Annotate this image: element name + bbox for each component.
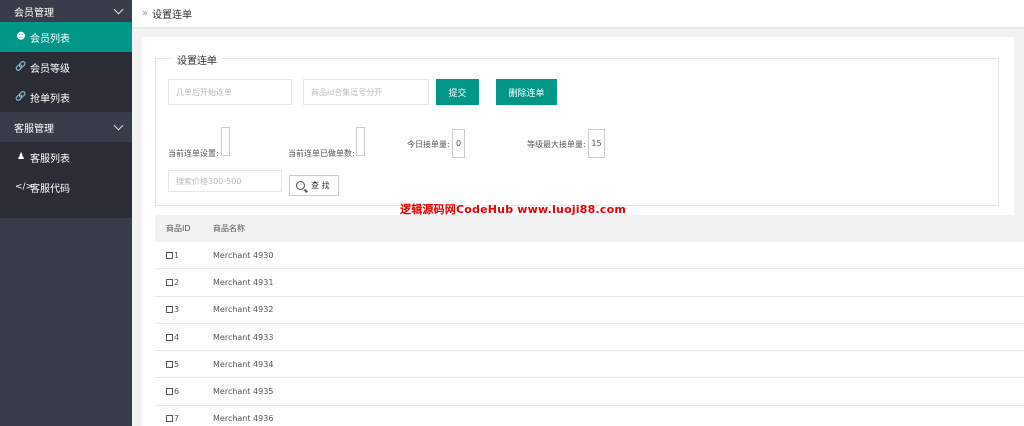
row-checkbox[interactable]	[166, 415, 173, 423]
sidebar-group-label: 客服管理	[14, 123, 54, 135]
row-checkbox[interactable]	[166, 306, 173, 314]
form-legend: 设置连单	[172, 52, 222, 67]
sidebar-item-label: 会员等级	[30, 63, 70, 75]
goods-id: 4	[174, 332, 180, 342]
delete-chain-button[interactable]: 删除连单	[496, 79, 557, 105]
goods-name: Merchant 4931	[213, 277, 274, 287]
goods-name: Merchant 4935	[213, 387, 274, 397]
max-orders-value: 15	[588, 129, 605, 158]
search-icon	[296, 181, 305, 190]
goods-id: 3	[174, 305, 180, 315]
goods-id-cell: 6	[155, 387, 202, 396]
breadcrumb: » 设置连单	[132, 0, 1024, 27]
table-row: 7 Merchant 4936	[155, 405, 1024, 426]
table-row: 6 Merchant 4935	[155, 378, 1024, 406]
goods-id-cell: 1	[155, 251, 202, 260]
code-icon: </>	[15, 182, 34, 192]
after-orders-input[interactable]: 几单后开始连单	[168, 79, 292, 105]
search-button[interactable]: 查 找	[289, 175, 339, 196]
table-row: 3 Merchant 4932	[155, 296, 1024, 324]
sidebar-item-member-level[interactable]: 🔗 会员等级	[0, 52, 132, 82]
table-row: 2 Merchant 4931	[155, 269, 1024, 297]
user-icon: ☻	[16, 32, 26, 42]
max-orders-label: 等级最大接单量:	[527, 140, 586, 149]
goods-ids-input[interactable]: 商品id合集逗号分开	[303, 79, 429, 105]
price-search-input[interactable]: 搜索价格300-500	[168, 170, 282, 192]
goods-name: Merchant 4932	[213, 305, 274, 315]
page-title: 设置连单	[152, 10, 193, 21]
table-header: 商品ID 商品名称	[155, 215, 1024, 242]
goods-name: Merchant 4936	[213, 414, 274, 424]
search-button-label: 查 找	[311, 181, 330, 190]
table-row: 5 Merchant 4934	[155, 351, 1024, 379]
goods-name: Merchant 4934	[213, 359, 274, 369]
today-orders-label: 今日接单量:	[407, 140, 450, 149]
sidebar-item-grab-orders[interactable]: 🔗 抢单列表	[0, 82, 132, 112]
header-goods-id: 商品ID	[166, 224, 191, 233]
row-checkbox[interactable]	[166, 278, 173, 286]
table-row: 1 Merchant 4930	[155, 242, 1024, 270]
chevron-down-icon	[113, 120, 124, 130]
goods-name: Merchant 4930	[213, 250, 274, 260]
submit-button[interactable]: 提交	[436, 79, 479, 105]
row-checkbox[interactable]	[166, 388, 173, 396]
sidebar-item-service-code[interactable]: </> 客服代码	[0, 172, 132, 202]
goods-id-cell: 4	[155, 333, 202, 342]
row-checkbox[interactable]	[166, 251, 173, 259]
goods-id: 5	[174, 359, 180, 369]
goods-table: 商品ID 商品名称 1 Merchant 4930 2 Merchant 4931 3 M…	[155, 215, 1024, 426]
sidebar: 会员管理 ☻ 会员列表 🔗 会员等级 🔗 抢单列表 客服管理 ♟ 客服列表 </…	[0, 0, 132, 426]
goods-id: 7	[174, 414, 180, 424]
goods-id-cell: 3	[155, 305, 202, 314]
sidebar-item-label: 会员列表	[30, 33, 70, 45]
sidebar-item-member-list[interactable]: ☻ 会员列表	[0, 22, 132, 52]
goods-name: Merchant 4933	[213, 332, 274, 342]
sidebar-item-label: 抢单列表	[30, 93, 70, 105]
table-row: 4 Merchant 4933	[155, 323, 1024, 352]
goods-id-cell: 2	[155, 278, 202, 287]
chevron-down-icon	[113, 4, 124, 14]
sidebar-group-members[interactable]: 会员管理	[0, 0, 132, 22]
sidebar-group-service[interactable]: 客服管理	[0, 112, 132, 142]
current-setting-value	[221, 127, 230, 156]
link-icon: 🔗	[15, 62, 27, 72]
sidebar-item-label: 客服代码	[30, 183, 70, 195]
goods-id: 1	[174, 250, 180, 260]
done-count-label: 当前连单已做单数:	[288, 149, 355, 158]
current-setting-label: 当前连单设置:	[168, 149, 219, 158]
sidebar-item-label: 客服列表	[30, 153, 70, 165]
goods-id-cell: 7	[155, 414, 202, 423]
today-orders-value: 0	[452, 129, 465, 158]
breadcrumb-separator: »	[142, 8, 149, 19]
goods-id-cell: 5	[155, 360, 202, 369]
row-checkbox[interactable]	[166, 333, 173, 341]
sidebar-divider	[0, 202, 132, 218]
sidebar-group-label: 会员管理	[14, 7, 54, 19]
users-icon: ♟	[16, 152, 26, 162]
sidebar-item-service-list[interactable]: ♟ 客服列表	[0, 142, 132, 172]
link-icon: 🔗	[15, 92, 27, 102]
goods-id: 6	[174, 387, 180, 397]
done-count-value	[356, 127, 365, 156]
row-checkbox[interactable]	[166, 360, 173, 368]
header-goods-name: 商品名称	[213, 224, 245, 233]
goods-id: 2	[174, 277, 180, 287]
